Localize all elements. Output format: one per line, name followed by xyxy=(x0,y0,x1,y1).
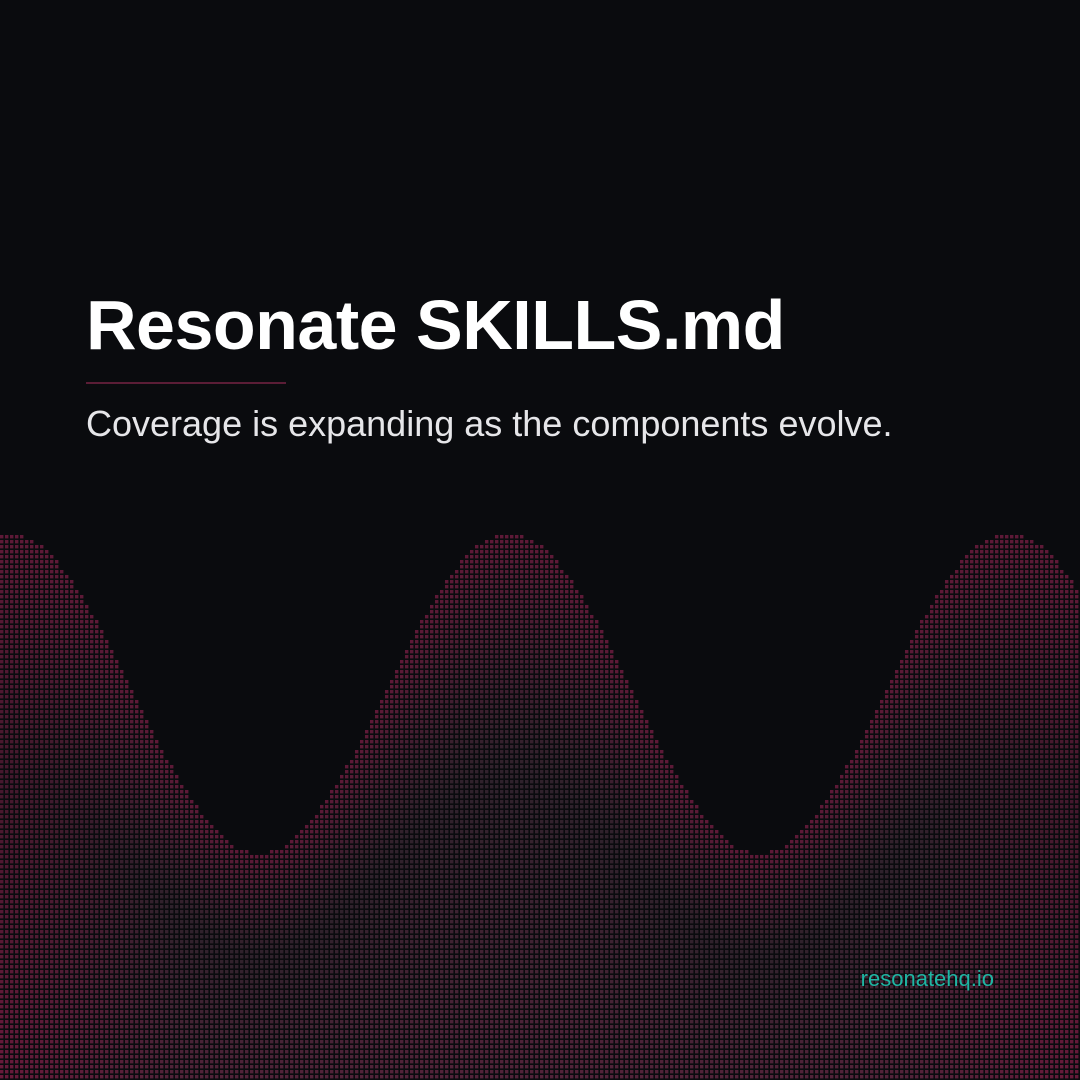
website-link[interactable]: resonatehq.io xyxy=(861,964,994,994)
title-divider xyxy=(86,382,286,384)
slide-subtitle: Coverage is expanding as the components … xyxy=(86,403,893,444)
slide-canvas: Resonate SKILLS.md Coverage is expanding… xyxy=(0,0,1080,1080)
slide-title: Resonate SKILLS.md xyxy=(86,286,785,364)
dot-wave-pattern xyxy=(0,535,1080,1080)
